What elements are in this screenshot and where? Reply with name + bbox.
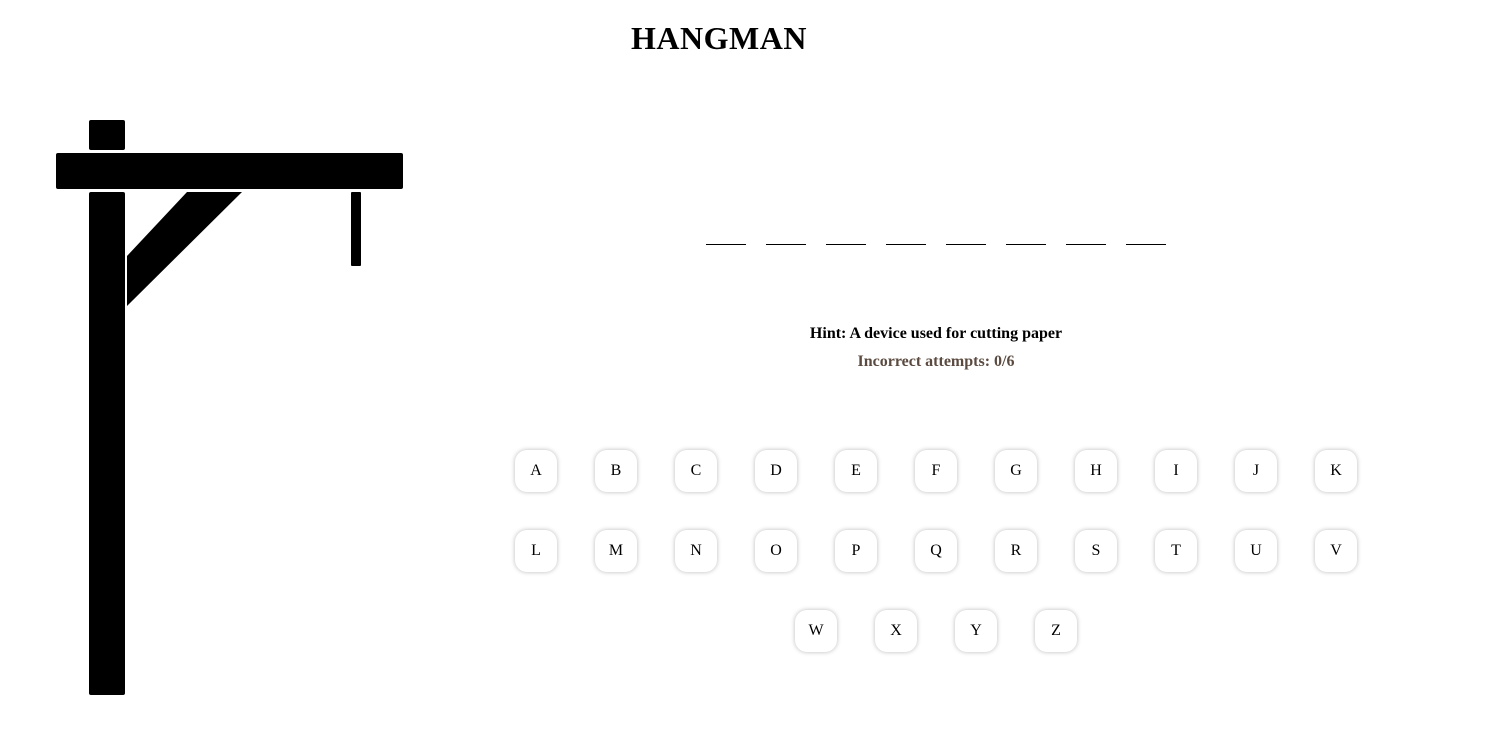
letter-key-i[interactable]: I — [1155, 450, 1197, 492]
letter-key-t[interactable]: T — [1155, 530, 1197, 572]
letter-key-k[interactable]: K — [1315, 450, 1357, 492]
letter-blank — [766, 222, 806, 245]
gallows-drawing — [0, 0, 420, 736]
letter-key-s[interactable]: S — [1075, 530, 1117, 572]
letter-keyboard: ABCDEFGHIJK LMNOPQRSTUV WXYZ — [515, 450, 1357, 690]
letter-blank — [1126, 222, 1166, 245]
gallows-rope — [351, 192, 361, 266]
letter-blank — [826, 222, 866, 245]
gallows-post — [89, 192, 125, 695]
letter-key-h[interactable]: H — [1075, 450, 1117, 492]
gallows-brace — [127, 192, 242, 306]
letter-blank — [946, 222, 986, 245]
letter-blank — [1066, 222, 1106, 245]
letter-key-c[interactable]: C — [675, 450, 717, 492]
game-page: HANGMAN Hint: A device used for cutting … — [0, 0, 1502, 736]
word-blanks — [706, 222, 1166, 245]
letter-key-q[interactable]: Q — [915, 530, 957, 572]
letter-key-u[interactable]: U — [1235, 530, 1277, 572]
letter-key-e[interactable]: E — [835, 450, 877, 492]
letter-key-o[interactable]: O — [755, 530, 797, 572]
letter-key-f[interactable]: F — [915, 450, 957, 492]
letter-key-z[interactable]: Z — [1035, 610, 1077, 652]
hint-text: Hint: A device used for cutting paper — [809, 325, 1063, 342]
letter-key-w[interactable]: W — [795, 610, 837, 652]
letter-key-n[interactable]: N — [675, 530, 717, 572]
letter-key-j[interactable]: J — [1235, 450, 1277, 492]
letter-key-y[interactable]: Y — [955, 610, 997, 652]
letter-blank — [706, 222, 746, 245]
letter-key-g[interactable]: G — [995, 450, 1037, 492]
letter-blank — [886, 222, 926, 245]
keyboard-row: ABCDEFGHIJK — [515, 450, 1357, 492]
letter-key-a[interactable]: A — [515, 450, 557, 492]
letter-blank — [1006, 222, 1046, 245]
letter-key-x[interactable]: X — [875, 610, 917, 652]
incorrect-attempts-counter: Incorrect attempts: 0/6 — [857, 353, 1015, 370]
letter-key-l[interactable]: L — [515, 530, 557, 572]
keyboard-row: WXYZ — [515, 610, 1357, 652]
letter-key-p[interactable]: P — [835, 530, 877, 572]
letter-key-v[interactable]: V — [1315, 530, 1357, 572]
letter-key-d[interactable]: D — [755, 450, 797, 492]
keyboard-row: LMNOPQRSTUV — [515, 530, 1357, 572]
letter-key-m[interactable]: M — [595, 530, 637, 572]
gallows-beam — [56, 153, 403, 189]
letter-key-r[interactable]: R — [995, 530, 1037, 572]
letter-key-b[interactable]: B — [595, 450, 637, 492]
gallows-post-top — [89, 120, 125, 150]
